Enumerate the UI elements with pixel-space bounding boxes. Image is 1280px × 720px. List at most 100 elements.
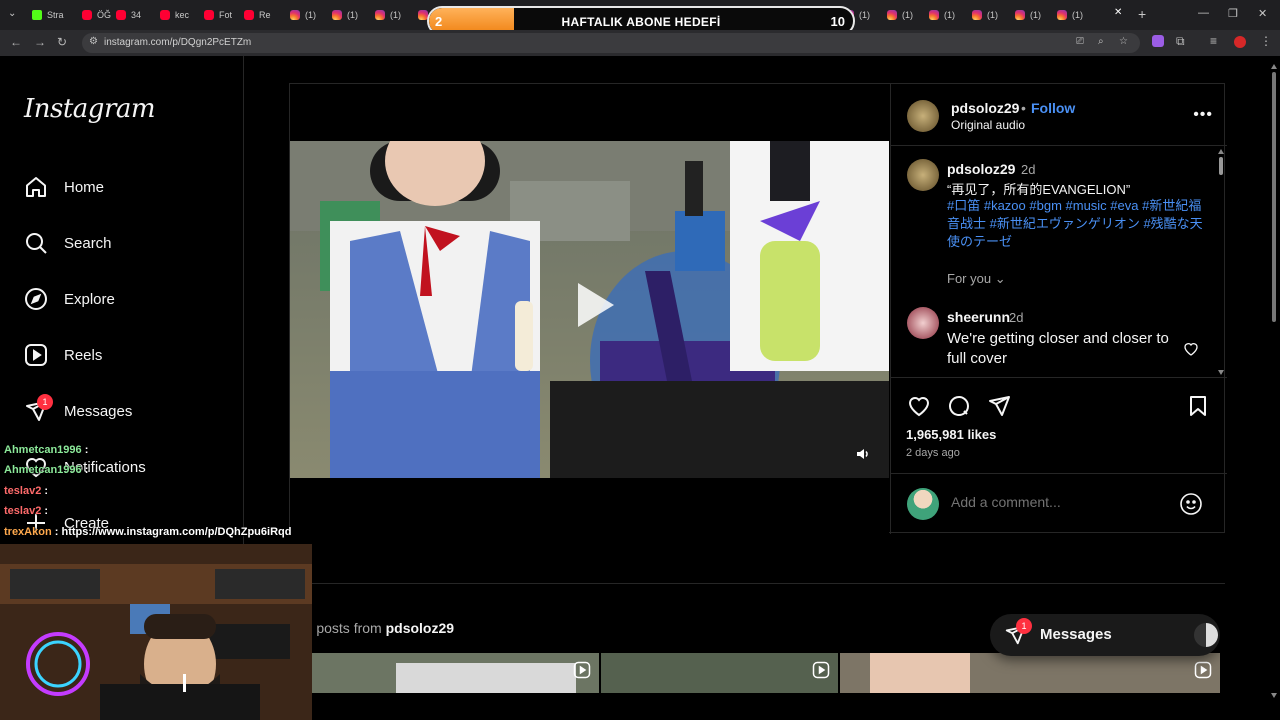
sidebar-item-label: Explore (64, 290, 115, 308)
current-user-avatar[interactable] (907, 488, 939, 520)
caption-avatar[interactable] (907, 159, 939, 191)
post-video[interactable] (290, 141, 889, 478)
instagram-favicon-icon (1057, 10, 1067, 20)
add-comment-bar (891, 473, 1227, 534)
forward-icon[interactable]: → (34, 35, 46, 49)
close-tab-icon[interactable]: ✕ (1114, 7, 1122, 18)
browser-tab[interactable]: (1) (332, 6, 358, 24)
goal-target-count: 10 (830, 14, 845, 29)
follow-button[interactable]: Follow (1031, 100, 1075, 116)
audio-icon[interactable] (855, 446, 871, 462)
browser-tab-title: (1) (1030, 10, 1041, 20)
likes-count[interactable]: 1,965,981 likes (906, 427, 996, 442)
browser-menu-icon[interactable]: ⋮ (1260, 34, 1272, 48)
browser-tab-title: (1) (1072, 10, 1083, 20)
more-posts-prefix: re posts from (300, 620, 382, 636)
search-icon (26, 233, 47, 254)
sidebar-item-label: Home (64, 178, 105, 196)
browser-tab[interactable]: (1) (290, 6, 316, 24)
chat-text: : (84, 444, 89, 456)
reload-icon[interactable]: ↻ (57, 35, 67, 49)
back-icon[interactable]: ← (10, 35, 22, 49)
browser-tab-title: 34 (131, 10, 142, 20)
instagram-logo[interactable]: Instagram (24, 94, 156, 124)
chat-text: : (44, 505, 49, 517)
comment-icon[interactable] (947, 394, 971, 418)
sidebar-item-explore[interactable]: Explore (24, 285, 115, 313)
install-app-icon[interactable]: ⎚ (1076, 36, 1084, 47)
minimize-icon[interactable]: — (1198, 7, 1209, 19)
browser-tab[interactable]: Re (244, 6, 271, 24)
browser-tab-title: kec (175, 10, 190, 20)
related-post-thumbnail[interactable] (840, 653, 1220, 693)
browser-tab[interactable]: (1) (375, 6, 401, 24)
close-window-icon[interactable]: ✕ (1258, 7, 1267, 20)
caption-hashtags[interactable]: #口笛 #kazoo #bgm #music #eva #新世紀福音战士 #新世… (947, 197, 1205, 251)
browser-tab[interactable]: Fot (204, 6, 232, 24)
page-scrollbar[interactable] (1270, 64, 1278, 704)
chat-text: : https://www.instagram.com/p/DQhZpu6iRq… (54, 526, 292, 538)
extension-icon[interactable] (1152, 35, 1164, 47)
browser-tab[interactable]: ÖĞ (82, 6, 111, 24)
comment-username[interactable]: sheerunn (947, 309, 1010, 325)
tab-search-dropdown[interactable]: ⌄ (8, 8, 16, 19)
browser-tab[interactable]: (1) (887, 6, 913, 24)
caption-username[interactable]: pdsoloz29 (947, 161, 1015, 177)
browser-tab[interactable]: (1) (929, 6, 955, 24)
more-posts-username[interactable]: pdsoloz29 (386, 620, 454, 636)
share-icon[interactable] (987, 394, 1011, 418)
comment-like-icon[interactable] (1183, 341, 1199, 357)
site-info-icon[interactable]: ⚙ (89, 36, 98, 47)
browser-tab-title: (1) (305, 10, 316, 20)
browser-tab[interactable]: Stra (32, 6, 64, 24)
address-bar[interactable]: ⚙ instagram.com/p/DQgn2PcETZm ⎚ ⌕ ☆ (82, 33, 1140, 53)
browser-tab[interactable]: (1) (1057, 6, 1083, 24)
like-icon[interactable] (907, 394, 931, 418)
chat-user: trexAkon (4, 526, 52, 538)
comments-scrollbar[interactable] (1217, 147, 1225, 377)
sidebar-item-search[interactable]: Search (24, 229, 112, 257)
post-details-panel: pdsoloz29 • Follow Original audio ••• pd… (890, 84, 1227, 534)
author-avatar[interactable] (907, 100, 939, 132)
messages-floating-button[interactable]: 1 Messages (990, 614, 1220, 656)
maximize-icon[interactable]: ❐ (1228, 7, 1238, 20)
profile-avatar[interactable] (1234, 36, 1246, 48)
browser-tab[interactable]: (1) (972, 6, 998, 24)
emoji-icon[interactable] (1179, 492, 1203, 516)
browser-tab-title: (1) (944, 10, 955, 20)
new-tab-button[interactable]: + (1138, 6, 1146, 22)
for-you-label: For you (947, 271, 992, 286)
extensions-puzzle-icon[interactable]: ⧉ (1176, 34, 1185, 49)
url-text[interactable]: instagram.com/p/DQgn2PcETZm (104, 37, 251, 48)
browser-tab-title: (1) (347, 10, 358, 20)
bookmark-star-icon[interactable]: ☆ (1119, 36, 1128, 47)
play-icon[interactable] (560, 273, 624, 337)
zoom-icon[interactable]: ⌕ (1098, 36, 1104, 47)
comment-input[interactable] (951, 492, 1151, 512)
browser-tab-title: ÖĞ (97, 10, 112, 20)
browser-tab-title: Fot (219, 10, 233, 20)
sidebar-item-label: Messages (64, 402, 133, 420)
save-bookmark-icon[interactable] (1186, 394, 1210, 418)
sidebar-item-home[interactable]: Home (24, 173, 104, 201)
youtube-favicon-icon (116, 10, 126, 20)
instagram-favicon-icon (929, 10, 939, 20)
media-controls-icon[interactable]: ≡ (1210, 34, 1217, 48)
browser-toolbar: ← → ↻ ⚙ instagram.com/p/DQgn2PcETZm ⎚ ⌕ … (0, 30, 1280, 56)
youtube-favicon-icon (244, 10, 254, 20)
sidebar-item-reels[interactable]: Reels (24, 341, 102, 369)
webcam-image (0, 544, 312, 720)
for-you-dropdown[interactable]: For you ⌄ (947, 271, 1006, 287)
original-audio-link[interactable]: Original audio (951, 118, 1025, 132)
related-post-thumbnail[interactable] (601, 653, 838, 693)
browser-tab[interactable]: 34 (116, 6, 141, 24)
commenter-avatar[interactable] (907, 307, 939, 339)
author-username[interactable]: pdsoloz29 (951, 100, 1019, 116)
reels-icon (1194, 661, 1212, 679)
more-options-icon[interactable]: ••• (1193, 106, 1213, 124)
related-post-thumbnail[interactable] (312, 653, 599, 693)
browser-tab[interactable]: (1) (1015, 6, 1041, 24)
post-card: pdsoloz29 • Follow Original audio ••• pd… (289, 83, 1227, 534)
post-header: pdsoloz29 • Follow Original audio ••• (891, 84, 1227, 146)
browser-tab[interactable]: kec (160, 6, 189, 24)
